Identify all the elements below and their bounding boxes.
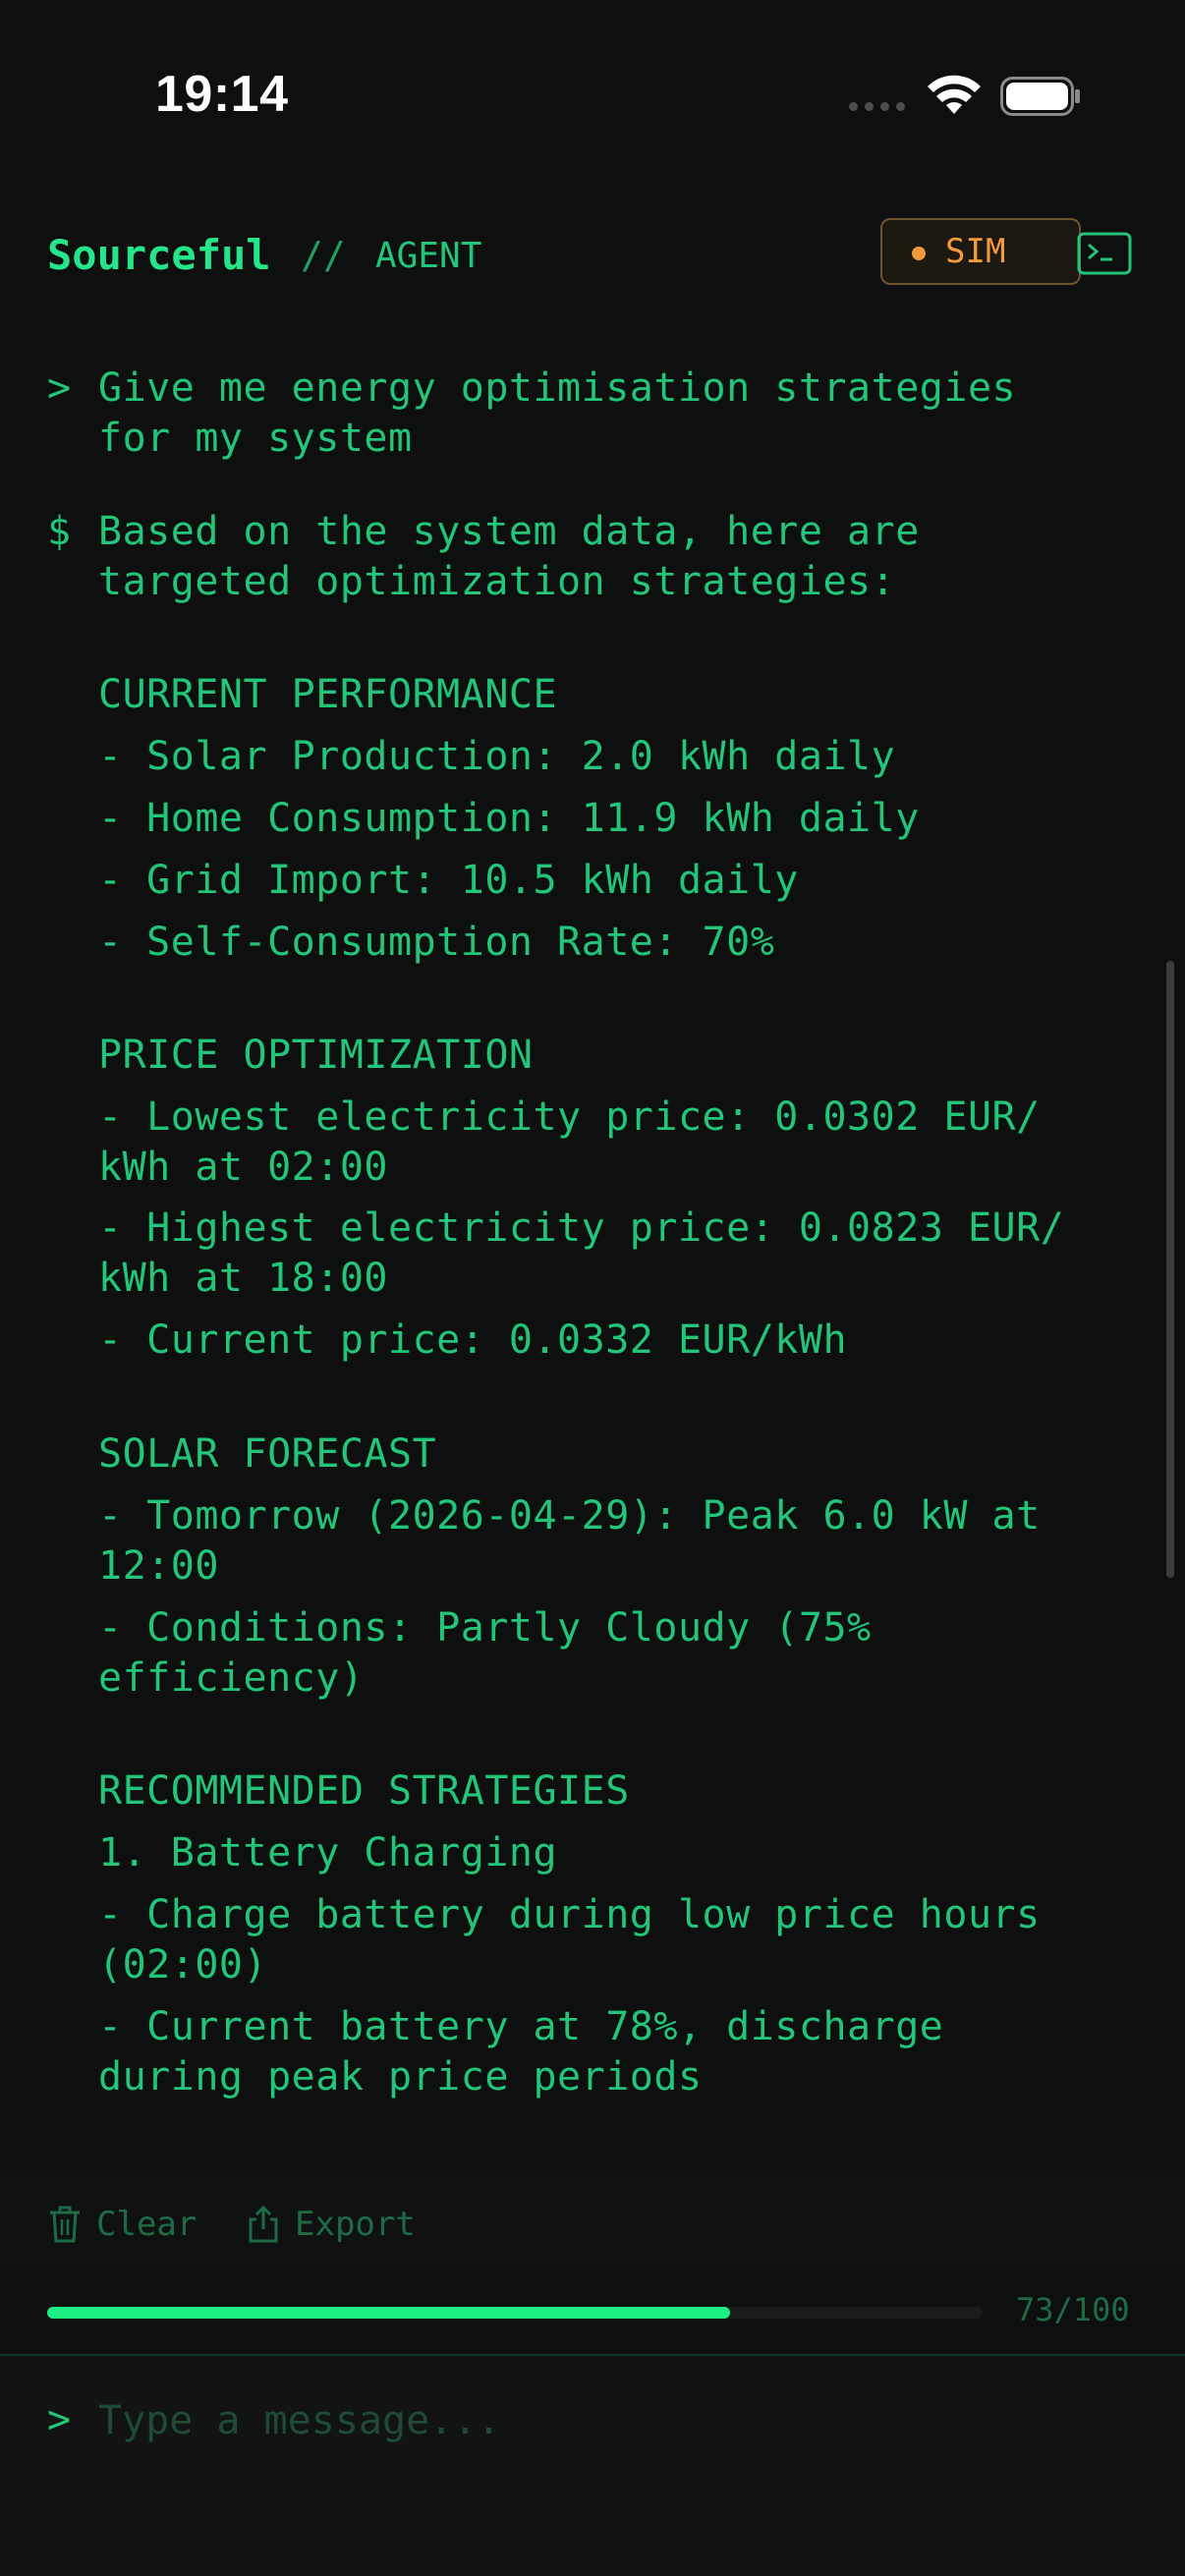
progress-track (47, 2307, 983, 2319)
usage-progress: 73/100 (0, 2275, 1185, 2354)
clear-button[interactable]: Clear (47, 2205, 197, 2244)
app-header: Sourceful // AGENT SIM (0, 206, 1185, 305)
terminal-icon[interactable] (1077, 232, 1132, 275)
chat-toolbar: Clear Export (0, 2175, 1185, 2269)
response-item: kWh at 02:00 (98, 1145, 388, 1190)
response-item: - Home Consumption: 11.9 kWh daily (98, 796, 920, 841)
export-button[interactable]: Export (246, 2205, 416, 2244)
sim-mode-button[interactable]: SIM (880, 218, 1081, 285)
response-item: - Self-Consumption Rate: 70% (98, 920, 775, 965)
response-item: - Lowest electricity price: 0.0302 EUR/ (98, 1094, 1041, 1140)
progress-count: 73/100 (1016, 2291, 1130, 2328)
chat-transcript: > Give me energy optimisation strategies… (0, 324, 1185, 2171)
user-message-line: Give me energy optimisation strategies (98, 365, 1017, 411)
response-item: - Charge battery during low price hours (98, 1892, 1041, 1937)
response-item: - Grid Import: 10.5 kWh daily (98, 858, 799, 903)
response-item: - Solar Production: 2.0 kWh daily (98, 734, 896, 779)
response-item: (02:00) (98, 1942, 268, 1988)
sim-label: SIM (945, 232, 1006, 271)
agent-response-marker: $ (47, 509, 72, 554)
section-title-solar-forecast: SOLAR FORECAST (98, 1431, 437, 1477)
response-item: during peak price periods (98, 2054, 703, 2100)
section-title-current-performance: CURRENT PERFORMANCE (98, 672, 558, 717)
message-input[interactable] (94, 2391, 1144, 2450)
user-message-line: for my system (98, 416, 413, 461)
response-item: kWh at 18:00 (98, 1256, 388, 1301)
progress-fill (47, 2307, 730, 2319)
export-label: Export (295, 2205, 416, 2244)
trash-icon (50, 2206, 80, 2243)
wifi-icon (928, 75, 981, 114)
response-item: - Highest electricity price: 0.0823 EUR/ (98, 1205, 1065, 1251)
section-title-recommended-strategies: RECOMMENDED STRATEGIES (98, 1768, 630, 1814)
clear-label: Clear (96, 2205, 198, 2244)
brand-name: Sourceful (47, 231, 271, 279)
section-title-price-optimization: PRICE OPTIMIZATION (98, 1033, 534, 1078)
response-item: - Conditions: Partly Cloudy (75% (98, 1605, 872, 1651)
agent-label: AGENT (375, 236, 482, 276)
composer-prompt-marker: > (47, 2397, 72, 2442)
message-composer: > (0, 2354, 1185, 2576)
response-intro-line: targeted optimization strategies: (98, 559, 896, 604)
cellular-signal-icon (849, 102, 905, 111)
user-prompt-marker: > (47, 365, 72, 411)
battery-icon (1000, 77, 1080, 116)
brand-separator: // (301, 234, 346, 277)
scrollbar-thumb[interactable] (1166, 961, 1174, 1578)
share-icon (249, 2205, 278, 2243)
response-intro-line: Based on the system data, here are (98, 509, 920, 554)
response-item: - Current price: 0.0332 EUR/kWh (98, 1317, 848, 1363)
response-item: efficiency) (98, 1655, 365, 1701)
status-time: 19:14 (155, 66, 289, 123)
response-item: 12:00 (98, 1543, 219, 1589)
response-item: 1. Battery Charging (98, 1830, 558, 1876)
response-item: - Tomorrow (2026-04-29): Peak 6.0 kW at (98, 1493, 1041, 1539)
sim-status-dot (912, 247, 926, 260)
response-item: - Current battery at 78%, discharge (98, 2004, 944, 2049)
status-bar: 19:14 (0, 0, 1185, 196)
